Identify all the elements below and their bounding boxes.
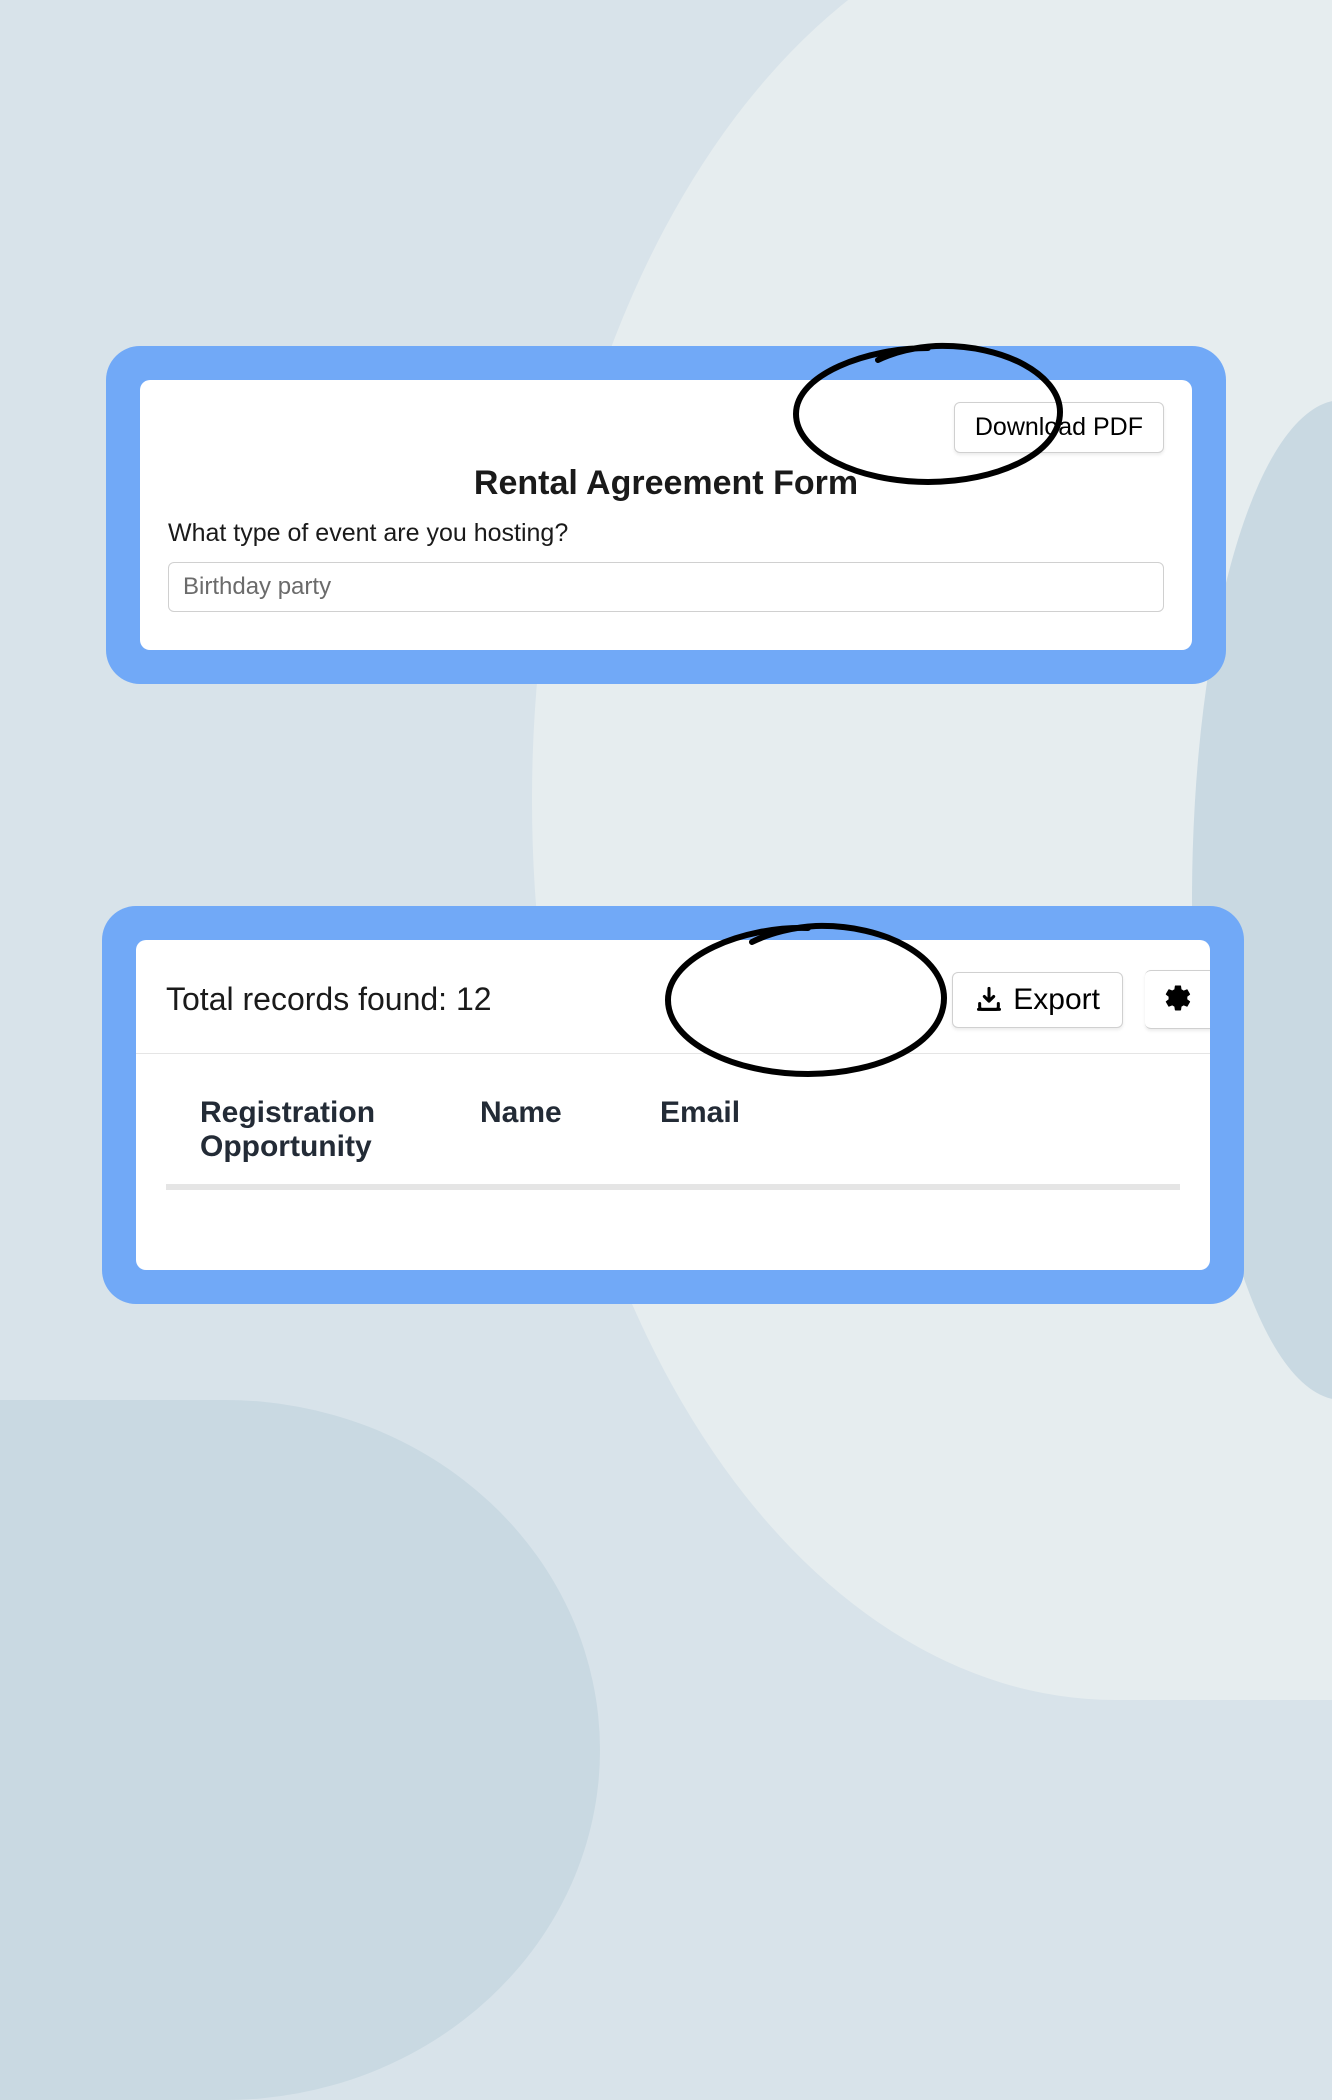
records-panel: Total records found: 12 Export Registrat… <box>102 906 1244 1304</box>
column-header-registration: Registration Opportunity <box>200 1096 430 1164</box>
column-header-name: Name <box>480 1096 610 1164</box>
records-count-label: Total records found: 12 <box>166 981 952 1018</box>
event-type-input[interactable] <box>168 562 1164 612</box>
export-button[interactable]: Export <box>952 972 1123 1028</box>
rental-form-card: Download PDF Rental Agreement Form What … <box>140 380 1192 650</box>
table-header-row: Registration Opportunity Name Email <box>136 1054 1210 1184</box>
export-button-label: Export <box>1013 983 1100 1017</box>
column-header-email: Email <box>660 1096 790 1164</box>
records-header: Total records found: 12 Export <box>136 970 1210 1054</box>
settings-button[interactable] <box>1145 970 1210 1029</box>
rental-form-panel: Download PDF Rental Agreement Form What … <box>106 346 1226 684</box>
event-type-label: What type of event are you hosting? <box>168 519 1164 548</box>
download-icon <box>975 986 1003 1014</box>
table-divider <box>166 1184 1180 1190</box>
background-shape <box>0 1400 600 2100</box>
records-card: Total records found: 12 Export Registrat… <box>136 940 1210 1270</box>
download-pdf-button[interactable]: Download PDF <box>954 402 1164 453</box>
gear-icon <box>1163 983 1193 1013</box>
form-title: Rental Agreement Form <box>168 464 1164 503</box>
